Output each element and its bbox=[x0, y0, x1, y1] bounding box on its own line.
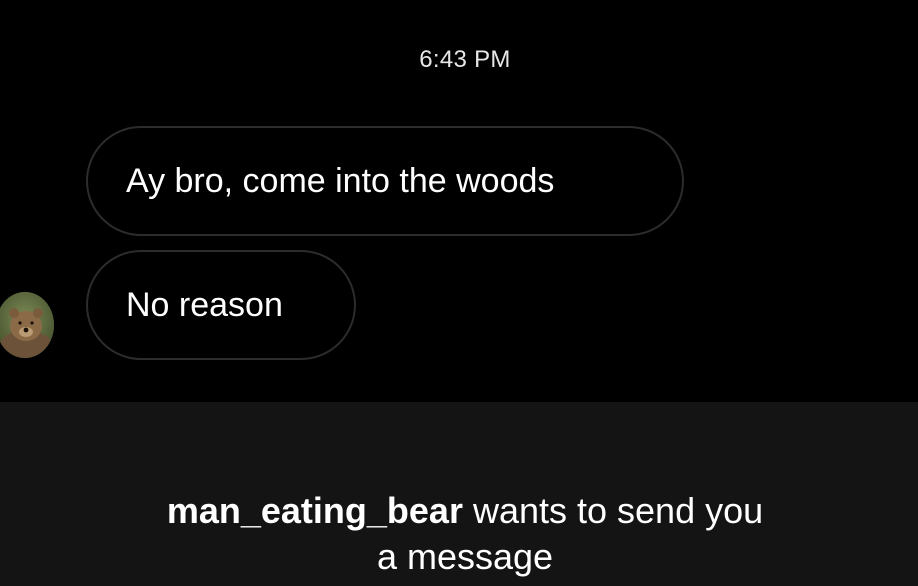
message-bubble[interactable]: Ay bro, come into the woods bbox=[86, 126, 684, 236]
message-bubble[interactable]: No reason bbox=[86, 250, 356, 360]
message-request-panel: man_eating_bear wants to send you a mess… bbox=[0, 402, 918, 586]
message-text: No reason bbox=[126, 285, 283, 324]
sender-avatar[interactable] bbox=[0, 292, 54, 358]
message-timestamp: 6:43 PM bbox=[419, 46, 511, 73]
message-text: Ay bro, come into the woods bbox=[126, 161, 555, 200]
chat-thread: 6:43 PM Ay bro, come into the woods No r… bbox=[0, 0, 918, 402]
requester-username[interactable]: man_eating_bear bbox=[167, 490, 463, 531]
request-text-line2: a message bbox=[376, 536, 554, 577]
request-text-line1: wants to send you bbox=[472, 490, 764, 531]
bear-avatar-icon bbox=[0, 292, 54, 358]
message-request-text: man_eating_bear wants to send you a mess… bbox=[0, 488, 918, 580]
